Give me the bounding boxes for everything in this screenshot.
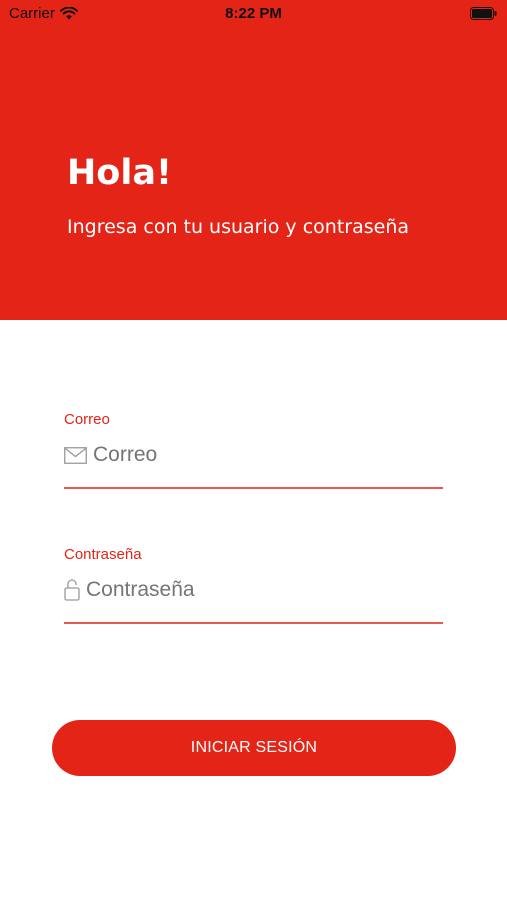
greeting-subtitle: Ingresa con tu usuario y contraseña: [67, 216, 410, 238]
email-input[interactable]: [93, 443, 423, 467]
lock-icon: [64, 579, 80, 601]
email-underline: [64, 487, 443, 489]
password-label: Contraseña: [64, 546, 142, 563]
email-label: Correo: [64, 411, 110, 428]
password-field-row[interactable]: [64, 574, 443, 606]
battery-icon: [470, 7, 497, 20]
email-field-row[interactable]: [64, 439, 443, 471]
login-button[interactable]: INICIAR SESIÓN: [52, 720, 456, 776]
email-field-group: Correo: [64, 411, 443, 489]
password-input[interactable]: [86, 578, 416, 602]
password-field-group: Contraseña: [64, 546, 443, 624]
status-bar: Carrier 8:22 PM: [0, 0, 507, 28]
greeting-title: Hola!: [67, 153, 172, 193]
header-banner: Carrier 8:22 PM Hola! Ingresa con tu usu…: [0, 0, 507, 320]
status-time: 8:22 PM: [225, 5, 282, 22]
envelope-icon: [64, 446, 87, 464]
password-underline: [64, 622, 443, 624]
